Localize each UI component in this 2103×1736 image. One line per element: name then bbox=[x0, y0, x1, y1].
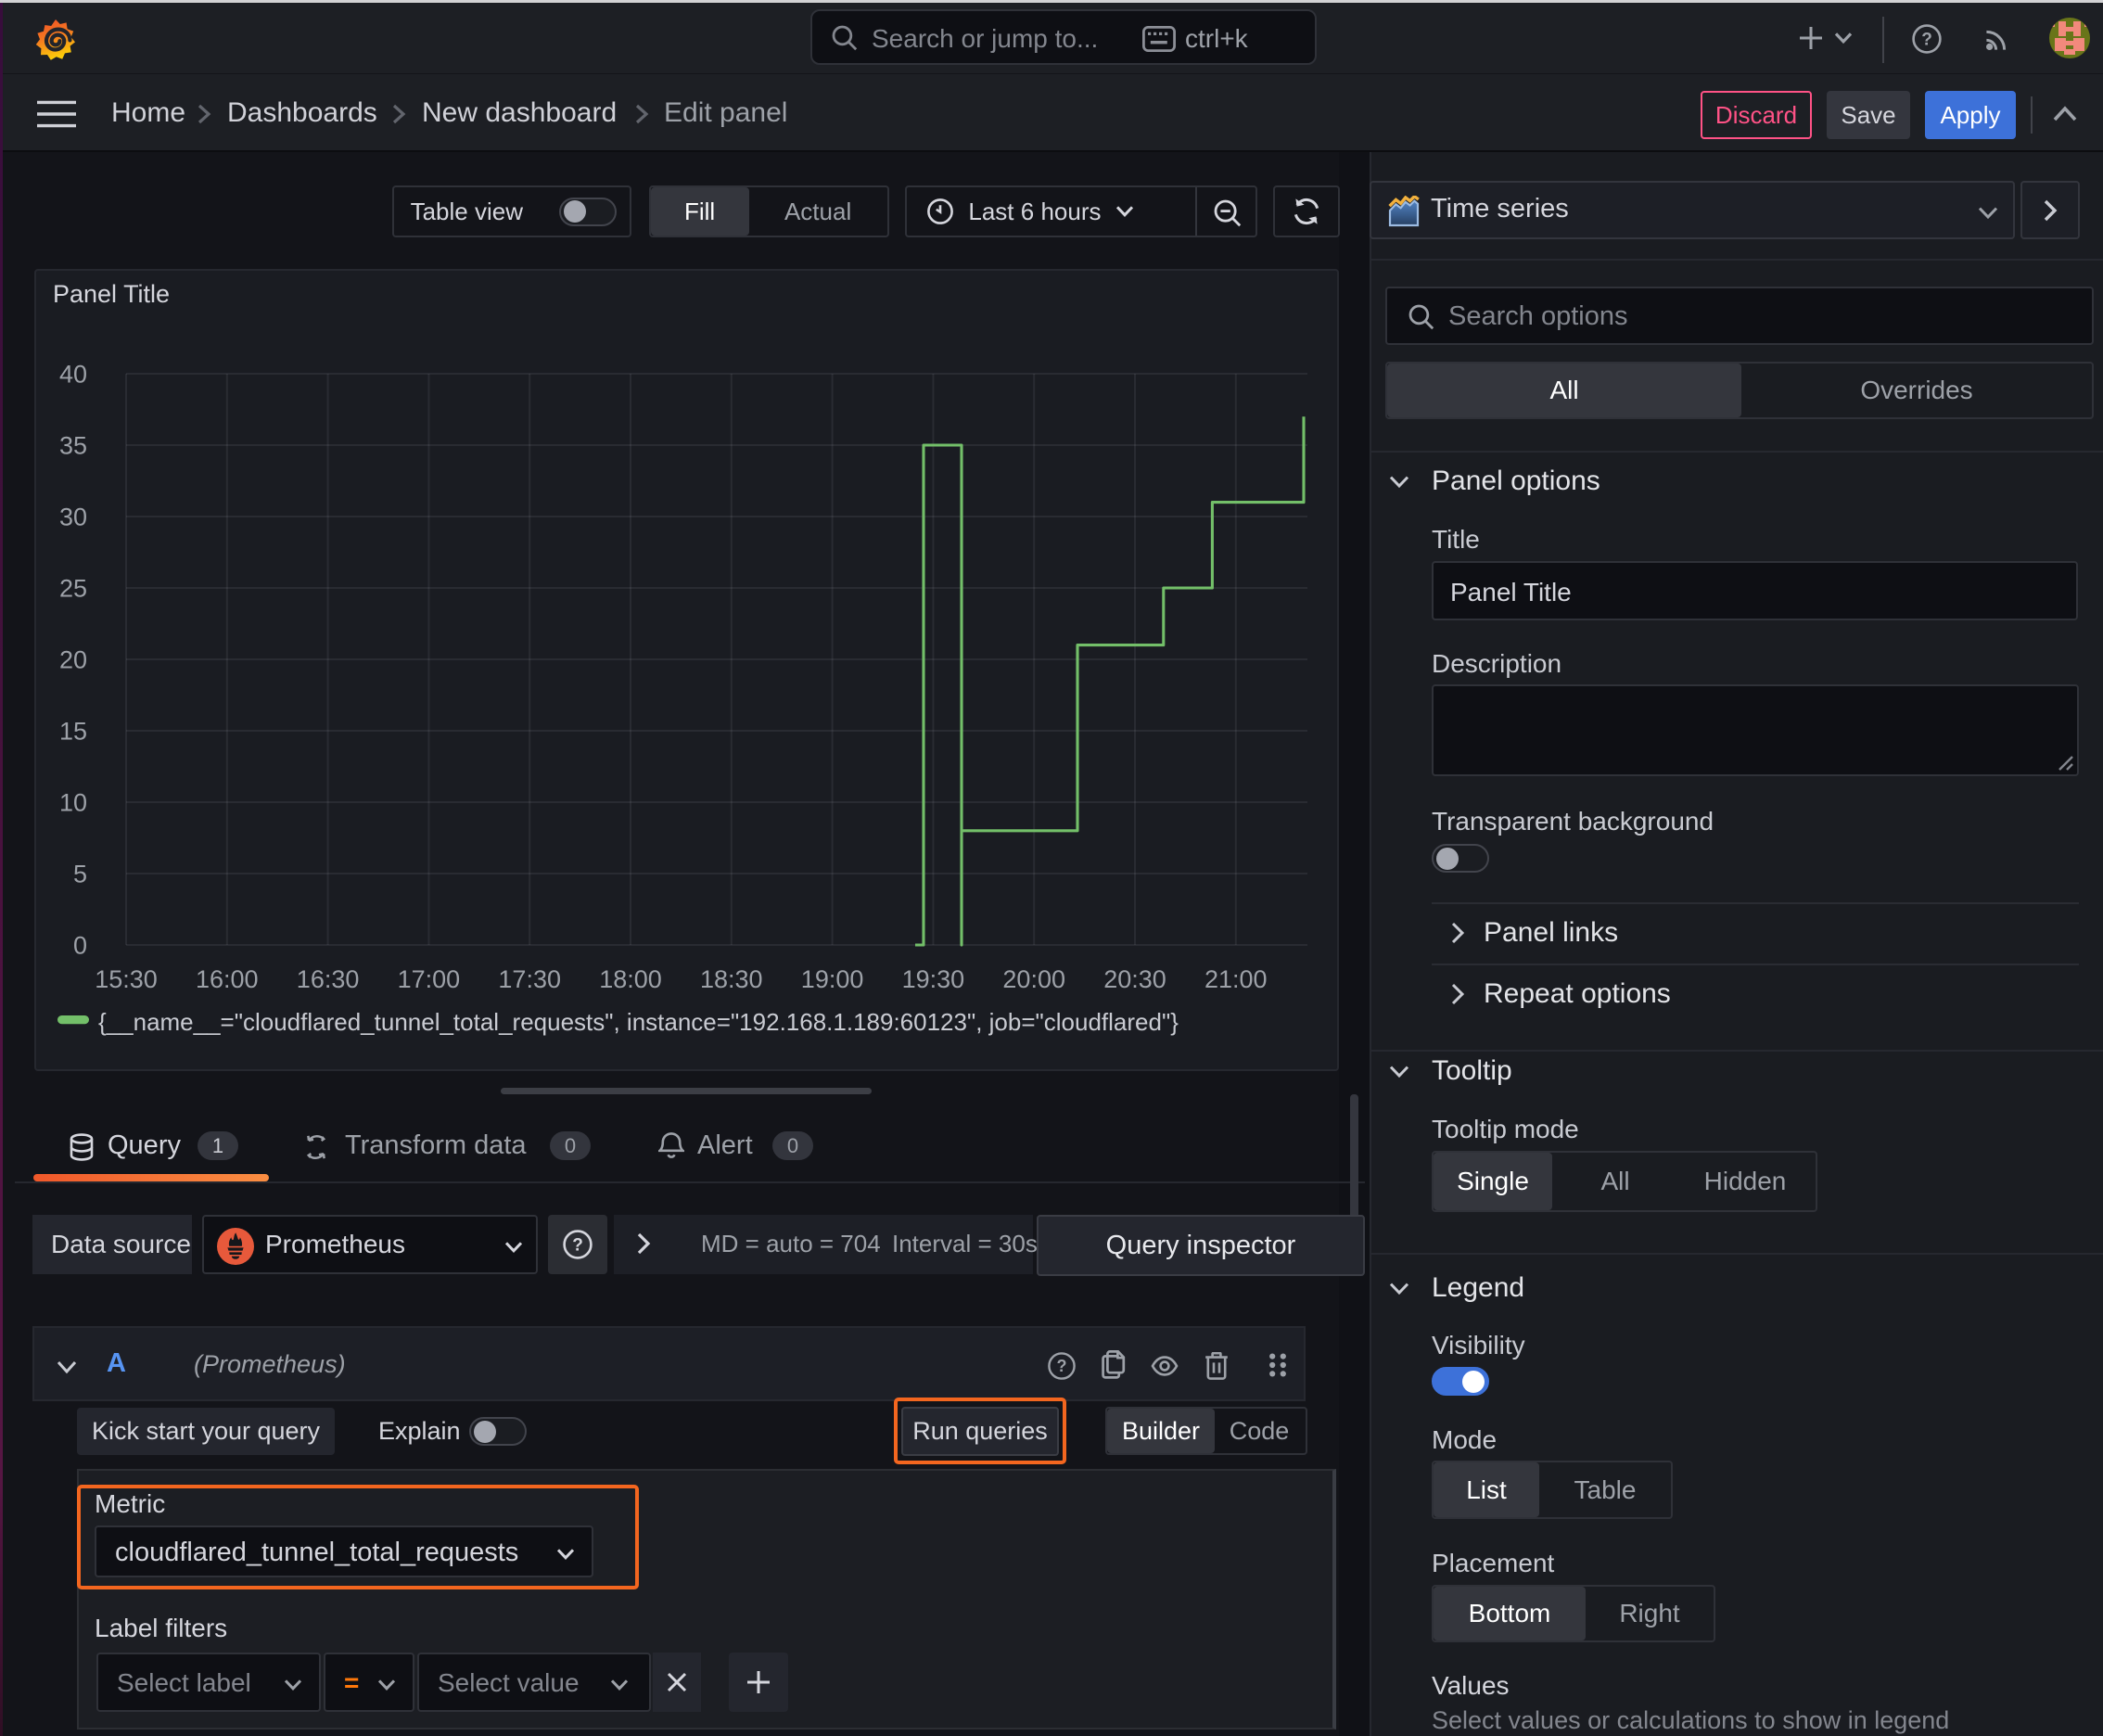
svg-text:20:30: 20:30 bbox=[1103, 965, 1166, 993]
svg-text:17:30: 17:30 bbox=[498, 965, 561, 993]
svg-text:20:00: 20:00 bbox=[1002, 965, 1065, 993]
svg-text:5: 5 bbox=[73, 861, 87, 888]
svg-text:0: 0 bbox=[73, 932, 87, 960]
svg-text:20: 20 bbox=[59, 646, 87, 674]
svg-text:19:30: 19:30 bbox=[902, 965, 965, 993]
svg-text:17:00: 17:00 bbox=[398, 965, 461, 993]
svg-text:{__name__="cloudflared_tunnel_: {__name__="cloudflared_tunnel_total_requ… bbox=[98, 1008, 1179, 1036]
svg-text:18:00: 18:00 bbox=[599, 965, 662, 993]
svg-text:19:00: 19:00 bbox=[801, 965, 864, 993]
svg-text:21:00: 21:00 bbox=[1204, 965, 1268, 993]
svg-text:35: 35 bbox=[59, 432, 87, 460]
svg-text:30: 30 bbox=[59, 504, 87, 531]
svg-text:16:30: 16:30 bbox=[297, 965, 360, 993]
svg-text:?: ? bbox=[572, 1235, 583, 1255]
svg-text:?: ? bbox=[1057, 1357, 1067, 1375]
svg-text:15:30: 15:30 bbox=[95, 965, 158, 993]
svg-text:15: 15 bbox=[59, 718, 87, 746]
svg-text:16:00: 16:00 bbox=[196, 965, 259, 993]
svg-text:10: 10 bbox=[59, 789, 87, 817]
svg-text:18:30: 18:30 bbox=[700, 965, 763, 993]
svg-text:40: 40 bbox=[59, 361, 87, 389]
svg-text:25: 25 bbox=[59, 575, 87, 603]
svg-text:?: ? bbox=[1921, 30, 1932, 49]
